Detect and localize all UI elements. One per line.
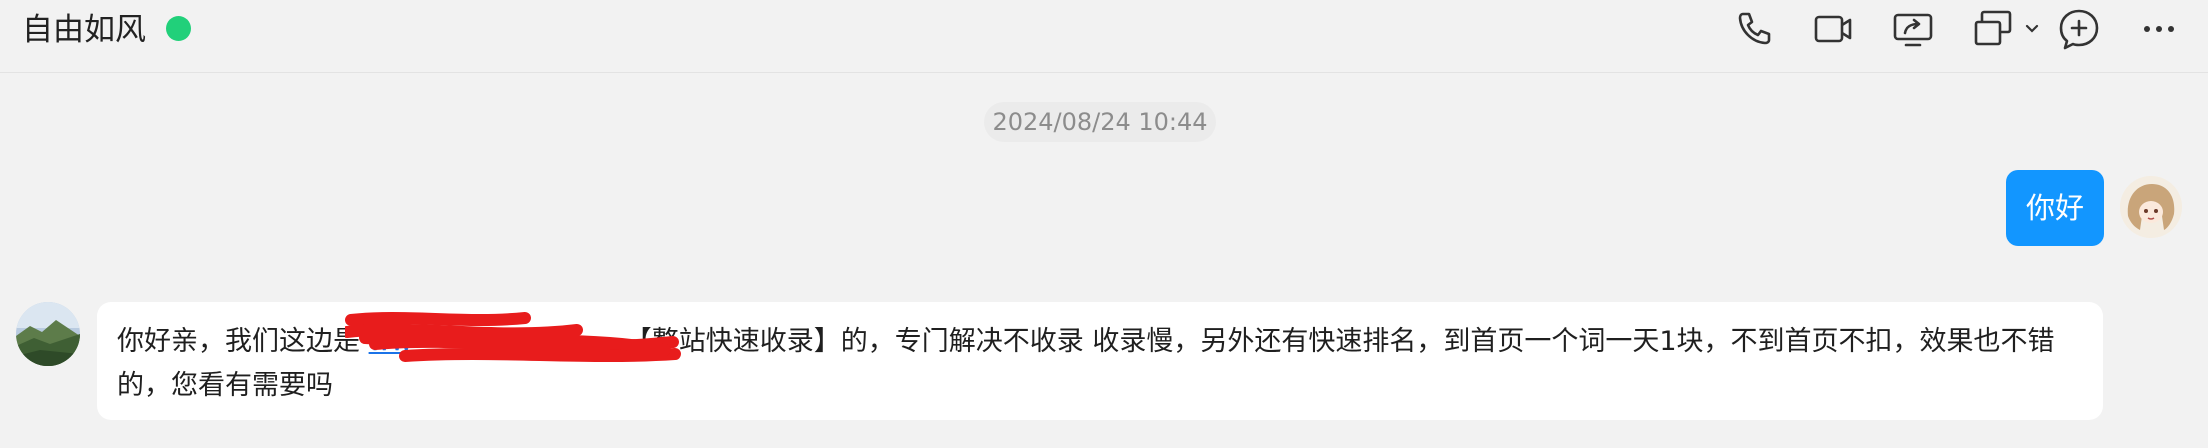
phone-icon[interactable]: [1730, 6, 1776, 52]
chat-window: 自由如风 2024/08/24 10:44 你好 你好亲，我们这边是 ww 【整…: [0, 0, 2208, 448]
multi-window-icon[interactable]: [1970, 6, 2016, 52]
chevron-down-icon[interactable]: [2018, 6, 2046, 52]
outgoing-message-bubble[interactable]: 你好: [2006, 170, 2104, 246]
peer-avatar[interactable]: [16, 302, 80, 366]
message-link[interactable]: ww: [369, 326, 413, 357]
video-camera-icon[interactable]: [1810, 6, 1856, 52]
contact-name[interactable]: 自由如风: [22, 8, 146, 52]
message-timestamp: 2024/08/24 10:44: [984, 102, 1216, 142]
chat-header: 自由如风: [0, 0, 2208, 73]
incoming-message-bubble[interactable]: 你好亲，我们这边是 ww 【整站快速收录】的，专门解决不收录 收录慢，另外还有快速…: [97, 302, 2103, 420]
more-icon[interactable]: [2136, 6, 2182, 52]
message-text: 你好亲，我们这边是: [117, 326, 369, 357]
my-avatar[interactable]: [2120, 176, 2182, 238]
online-status-dot: [166, 16, 191, 41]
screen-share-icon[interactable]: [1890, 6, 1936, 52]
add-chat-icon[interactable]: [2056, 6, 2102, 52]
